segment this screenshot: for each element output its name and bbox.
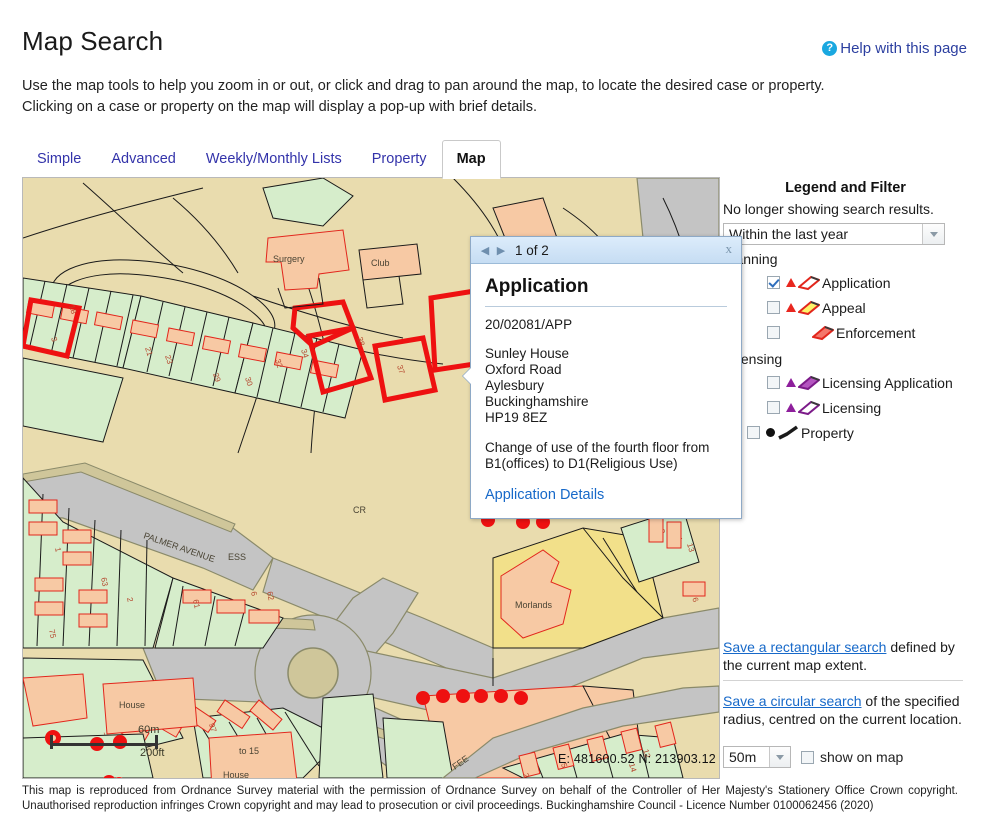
- chevron-down-icon[interactable]: [769, 747, 790, 767]
- tab-map[interactable]: Map: [441, 140, 501, 179]
- no-marker-spacer: [786, 332, 798, 333]
- triangle-marker-icon: [786, 278, 796, 287]
- popup-counter: 1 of 2: [515, 242, 549, 258]
- intro-line-1: Use the map tools to help you zoom in or…: [22, 78, 825, 94]
- polygon-swatch-icon: [812, 325, 834, 341]
- popup-address: Sunley House Oxford Road Aylesbury Bucki…: [485, 346, 727, 426]
- address-line-1: Sunley House: [485, 346, 570, 361]
- checkbox-enforcement[interactable]: [767, 326, 780, 339]
- application-details-link[interactable]: Application Details: [485, 487, 604, 503]
- polygon-swatch-icon: [798, 400, 820, 416]
- svg-text:to 15: to 15: [239, 746, 259, 756]
- popup-pointer-tail: [463, 367, 472, 385]
- legend-label-licensing-application: Licensing Application: [822, 374, 953, 391]
- legend-label-enforcement: Enforcement: [836, 324, 916, 341]
- question-mark-circle-icon: ?: [822, 41, 838, 56]
- svg-text:Club: Club: [371, 258, 390, 268]
- legend-note: No longer showing search results.: [723, 201, 934, 217]
- svg-text:House: House: [119, 700, 145, 710]
- checkbox-appeal[interactable]: [767, 301, 780, 314]
- address-line-3: Aylesbury: [485, 378, 545, 393]
- save-circular-search-link[interactable]: Save a circular search: [723, 693, 862, 709]
- popup-next-button[interactable]: ▶: [493, 244, 509, 257]
- svg-text:CR: CR: [353, 505, 366, 515]
- legend-and-filter-panel: Legend and Filter No longer showing sear…: [723, 180, 968, 445]
- save-rectangular-search-link[interactable]: Save a rectangular search: [723, 639, 886, 655]
- tab-property[interactable]: Property: [357, 140, 442, 178]
- svg-text:Surgery: Surgery: [273, 254, 305, 264]
- address-line-2: Oxford Road: [485, 362, 562, 377]
- popup-heading: Application: [485, 276, 727, 307]
- checkbox-show-on-map[interactable]: [801, 750, 814, 764]
- chevron-down-icon[interactable]: [922, 224, 944, 244]
- legend-row-licensing-application[interactable]: Licensing Application: [723, 370, 968, 395]
- legend-row-application[interactable]: Application: [723, 270, 968, 295]
- page-title: Map Search: [22, 26, 164, 56]
- help-with-this-page-link[interactable]: ? Help with this page: [822, 40, 967, 57]
- polygon-swatch-icon: [798, 300, 820, 316]
- page-header: Map Search ? Help with this page Use the…: [0, 0, 987, 132]
- show-on-map-label: show on map: [820, 749, 904, 765]
- map-copyright-footer: This map is reproduced from Ordnance Sur…: [22, 785, 958, 812]
- help-link-label: Help with this page: [840, 40, 967, 57]
- legend-row-enforcement[interactable]: Enforcement: [723, 320, 968, 345]
- checkbox-property[interactable]: [747, 426, 760, 439]
- radius-controls-row: 50m show on map: [723, 746, 903, 768]
- legend-row-property[interactable]: Property: [723, 420, 968, 445]
- popup-close-button[interactable]: x: [726, 241, 733, 257]
- svg-text:ESS: ESS: [228, 552, 246, 562]
- triangle-marker-icon: [786, 403, 796, 412]
- intro-line-2: Clicking on a case or property on the ma…: [22, 99, 538, 115]
- checkbox-licensing-application[interactable]: [767, 376, 780, 389]
- intro-text: Use the map tools to help you zoom in or…: [22, 76, 952, 118]
- line-swatch-icon: [777, 425, 799, 441]
- legend-group-licensing-label: Licensing: [723, 351, 783, 367]
- polygon-swatch-icon: [798, 375, 820, 391]
- legend-row-licensing[interactable]: Licensing: [723, 395, 968, 420]
- legend-label-application: Application: [822, 274, 891, 291]
- legend-label-licensing: Licensing: [822, 399, 882, 416]
- popup-header: ◀ ▶ 1 of 2 x: [471, 237, 741, 264]
- save-search-divider: [723, 680, 963, 681]
- popup-prev-button[interactable]: ◀: [477, 244, 493, 257]
- checkbox-licensing[interactable]: [767, 401, 780, 414]
- search-tabs: Simple Advanced Weekly/Monthly Lists Pro…: [22, 140, 501, 179]
- legend-title: Legend and Filter: [785, 180, 906, 196]
- tab-simple[interactable]: Simple: [22, 140, 96, 178]
- map-feature-popup[interactable]: ◀ ▶ 1 of 2 x Application 20/02081/APP Su…: [463, 236, 742, 519]
- legend-row-appeal[interactable]: Appeal: [723, 295, 968, 320]
- triangle-marker-icon: [786, 303, 796, 312]
- dot-marker-icon: [766, 428, 775, 437]
- polygon-swatch-icon: [798, 275, 820, 291]
- popup-body: Application 20/02081/APP Sunley House Ox…: [471, 264, 741, 518]
- date-filter-select[interactable]: Within the last year: [723, 223, 945, 245]
- svg-text:Morlands: Morlands: [515, 600, 553, 610]
- tab-weekly-monthly-lists[interactable]: Weekly/Monthly Lists: [191, 140, 357, 178]
- legend-label-property: Property: [801, 424, 854, 441]
- save-rectangular-search-block: Save a rectangular search defined by the…: [723, 638, 963, 674]
- save-circular-search-block: Save a circular search of the specified …: [723, 692, 963, 728]
- popup-description: Change of use of the fourth floor from B…: [485, 440, 710, 471]
- popup-reference: 20/02081/APP: [485, 317, 573, 332]
- tab-advanced[interactable]: Advanced: [96, 140, 191, 178]
- legend-label-appeal: Appeal: [822, 299, 866, 316]
- date-filter-value: Within the last year: [729, 226, 849, 242]
- checkbox-application[interactable]: [767, 276, 780, 289]
- radius-select[interactable]: 50m: [723, 746, 791, 768]
- triangle-marker-icon: [786, 378, 796, 387]
- address-postcode: HP19 8EZ: [485, 410, 548, 425]
- svg-text:House: House: [223, 770, 249, 778]
- radius-value: 50m: [729, 749, 757, 765]
- address-line-4: Buckinghamshire: [485, 394, 589, 409]
- legend-group-planning-label: Planning: [723, 251, 778, 267]
